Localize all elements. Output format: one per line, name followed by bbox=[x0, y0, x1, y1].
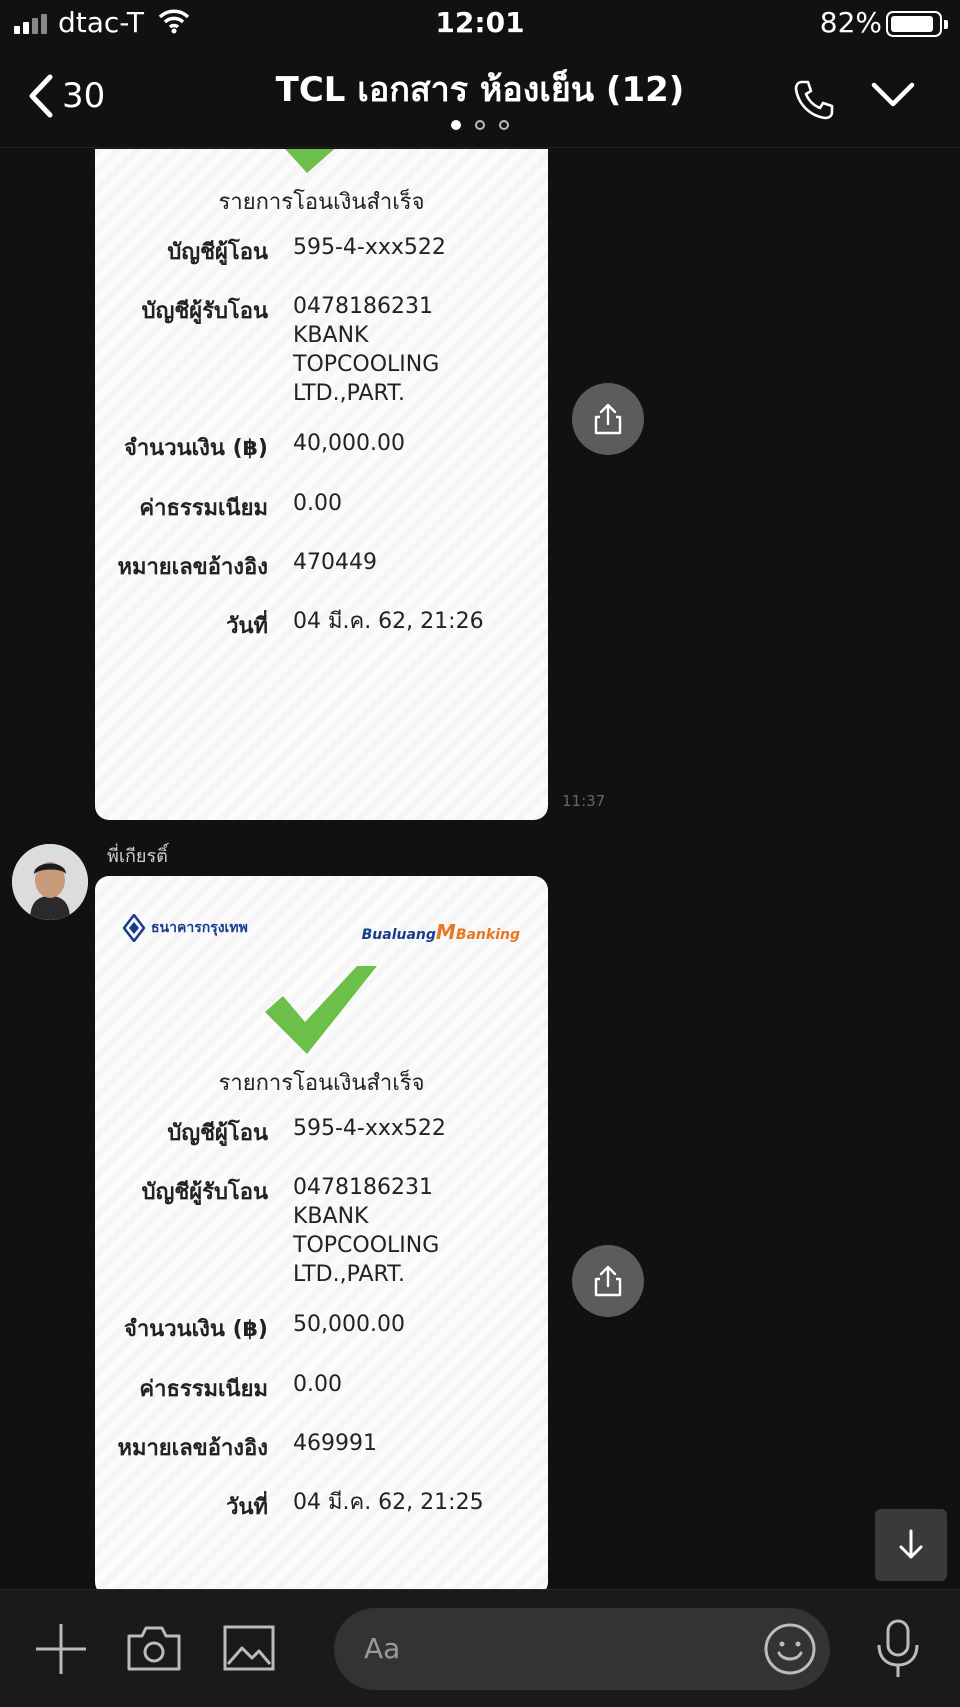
fee-value: 0.00 bbox=[293, 1372, 342, 1397]
amount-label: จำนวนเงิน (฿) bbox=[123, 436, 268, 461]
transfer-status: รายการโอนเงินสำเร็จ bbox=[218, 190, 425, 215]
share-icon bbox=[594, 1265, 622, 1297]
sender-name: พี่เกียรติ์ bbox=[107, 846, 168, 867]
to-account-line: LTD.,PART. bbox=[293, 381, 406, 406]
share-button[interactable] bbox=[572, 383, 644, 455]
share-button[interactable] bbox=[572, 1245, 644, 1317]
amount-value: 40,000.00 bbox=[293, 431, 405, 456]
amount-value: 50,000.00 bbox=[293, 1312, 405, 1337]
date-value: 04 มี.ค. 62, 21:26 bbox=[293, 609, 484, 634]
mbanking-logo-banking: Banking bbox=[455, 927, 520, 943]
to-account-label: บัญชีผู้รับโอน bbox=[141, 299, 268, 324]
to-account-label: บัญชีผู้รับโอน bbox=[141, 1180, 268, 1205]
to-account-line: LTD.,PART. bbox=[293, 1262, 406, 1287]
to-account-line: KBANK bbox=[293, 1204, 369, 1229]
clock: 12:01 bbox=[435, 6, 525, 39]
fee-label: ค่าธรรมเนียม bbox=[139, 1377, 268, 1402]
to-account-line: 0478186231 bbox=[293, 1175, 433, 1200]
to-account-line: KBANK bbox=[293, 323, 369, 348]
camera-icon[interactable] bbox=[126, 1624, 182, 1672]
transfer-slip-image[interactable]: รายการโอนเงินสำเร็จ บัญชีผู้โอน 595-4-xx… bbox=[95, 149, 548, 820]
page-dot bbox=[499, 120, 509, 130]
to-account-line: TOPCOOLING bbox=[293, 352, 440, 377]
to-account-line: 0478186231 bbox=[293, 294, 433, 319]
reference-value: 469991 bbox=[293, 1431, 377, 1456]
message-time: 11:37 bbox=[562, 792, 606, 810]
page-dot bbox=[475, 120, 485, 130]
microphone-icon[interactable] bbox=[874, 1618, 922, 1680]
transfer-status: รายการโอนเงินสำเร็จ bbox=[218, 1071, 425, 1096]
mbanking-logo: BualuangMBanking bbox=[362, 920, 520, 944]
reference-label: หมายเลขอ้างอิง bbox=[117, 1436, 268, 1461]
page-dot bbox=[451, 120, 461, 130]
message-input-bar: Aa bbox=[0, 1589, 960, 1707]
date-value: 04 มี.ค. 62, 21:25 bbox=[293, 1490, 484, 1515]
bank-logo: ธนาคารกรุงเทพ bbox=[123, 914, 248, 942]
from-account-value: 595-4-xxx522 bbox=[293, 1116, 446, 1141]
transfer-slip-image[interactable]: ธนาคารกรุงเทพ BualuangMBanking รายการโอน… bbox=[95, 876, 548, 1589]
fee-value: 0.00 bbox=[293, 491, 342, 516]
from-account-label: บัญชีผู้โอน bbox=[167, 1121, 268, 1146]
emoji-icon[interactable] bbox=[760, 1619, 820, 1679]
phone-icon[interactable] bbox=[792, 78, 836, 122]
scroll-to-bottom-button[interactable] bbox=[875, 1509, 947, 1581]
from-account-label: บัญชีผู้โอน bbox=[167, 240, 268, 265]
message-input[interactable]: Aa bbox=[334, 1608, 830, 1690]
reference-label: หมายเลขอ้างอิง bbox=[117, 555, 268, 580]
reference-value: 470449 bbox=[293, 550, 377, 575]
bank-emblem-icon bbox=[123, 914, 145, 942]
message-input-placeholder: Aa bbox=[364, 1632, 401, 1665]
checkmark-icon bbox=[285, 149, 335, 173]
from-account-value: 595-4-xxx522 bbox=[293, 235, 446, 260]
arrow-down-icon bbox=[899, 1529, 923, 1559]
chat-header: 30 TCL เอกสาร ห้องเย็น (12) bbox=[0, 48, 960, 148]
to-account-value: 0478186231 KBANK TOPCOOLING LTD.,PART. bbox=[293, 1173, 439, 1289]
chat-area[interactable]: รายการโอนเงินสำเร็จ บัญชีผู้โอน 595-4-xx… bbox=[0, 149, 960, 1589]
mbanking-logo-text: Bualuang bbox=[361, 927, 436, 943]
battery-percent: 82% bbox=[819, 6, 882, 39]
avatar[interactable] bbox=[12, 844, 88, 920]
date-label: วันที่ bbox=[226, 1495, 268, 1520]
share-icon bbox=[594, 403, 622, 435]
status-bar: dtac-T 12:01 82% bbox=[0, 0, 960, 48]
chevron-down-icon[interactable] bbox=[870, 80, 916, 110]
to-account-line: TOPCOOLING bbox=[293, 1233, 440, 1258]
checkmark-icon bbox=[265, 966, 377, 1054]
mbanking-logo-m: M bbox=[435, 920, 456, 944]
avatar-photo bbox=[12, 844, 88, 920]
bank-name: ธนาคารกรุงเทพ bbox=[151, 920, 248, 936]
fee-label: ค่าธรรมเนียม bbox=[139, 496, 268, 521]
to-account-value: 0478186231 KBANK TOPCOOLING LTD.,PART. bbox=[293, 292, 439, 408]
date-label: วันที่ bbox=[226, 614, 268, 639]
amount-label: จำนวนเงิน (฿) bbox=[123, 1317, 268, 1342]
plus-icon[interactable] bbox=[34, 1622, 88, 1676]
image-icon[interactable] bbox=[222, 1624, 276, 1672]
battery-icon bbox=[886, 11, 948, 37]
